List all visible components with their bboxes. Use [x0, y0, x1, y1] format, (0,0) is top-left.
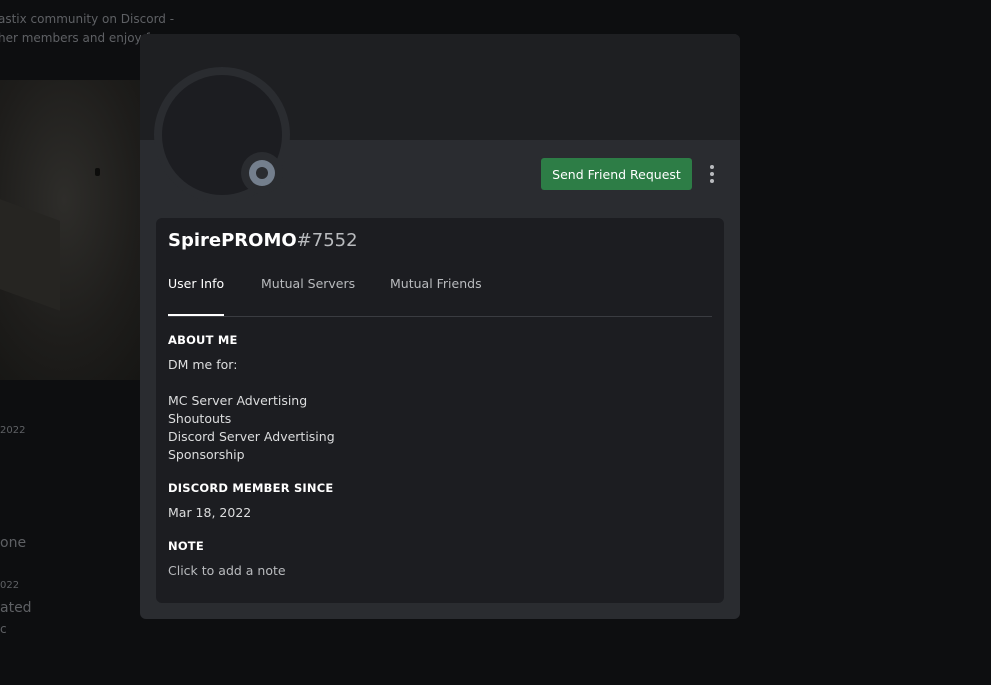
about-me-line: Discord Server Advertising — [168, 429, 335, 444]
background-timestamp: 2022 — [0, 425, 26, 436]
background-text: one — [0, 535, 27, 551]
username-heading: SpirePROMO#7552 — [168, 230, 358, 251]
about-me-line: Sponsorship — [168, 447, 245, 462]
discriminator: #7552 — [296, 230, 358, 251]
background-text: ated — [0, 600, 32, 616]
about-me-line: DM me for: — [168, 357, 238, 372]
member-since-date: Mar 18, 2022 — [168, 505, 252, 520]
more-options-icon[interactable] — [702, 162, 722, 186]
profile-info-card: SpirePROMO#7552 User Info Mutual Servers… — [156, 218, 724, 603]
about-me-title: ABOUT ME — [168, 333, 238, 347]
member-since-title: DISCORD MEMBER SINCE — [168, 481, 334, 495]
send-friend-request-button[interactable]: Send Friend Request — [541, 158, 692, 190]
background-image — [0, 80, 160, 380]
tab-mutual-friends[interactable]: Mutual Friends — [390, 276, 482, 314]
tab-mutual-servers[interactable]: Mutual Servers — [261, 276, 355, 314]
background-text: c — [0, 622, 7, 636]
offline-status-icon — [249, 160, 275, 186]
background-text: astix community on Discord - — [0, 12, 175, 26]
background-timestamp: 022 — [0, 580, 20, 591]
tab-user-info[interactable]: User Info — [168, 276, 225, 316]
about-me-line: MC Server Advertising — [168, 393, 308, 408]
user-profile-modal: Send Friend Request SpirePROMO#7552 User… — [140, 34, 740, 619]
background-text: her members and enjoy f — [0, 31, 150, 45]
username: SpirePROMO — [168, 230, 297, 251]
note-input[interactable]: Click to add a note — [168, 562, 286, 580]
status-indicator — [241, 152, 283, 194]
about-me-line: Shoutouts — [168, 411, 232, 426]
note-title: NOTE — [168, 539, 204, 553]
profile-tabs: User Info Mutual Servers Mutual Friends — [168, 276, 712, 317]
